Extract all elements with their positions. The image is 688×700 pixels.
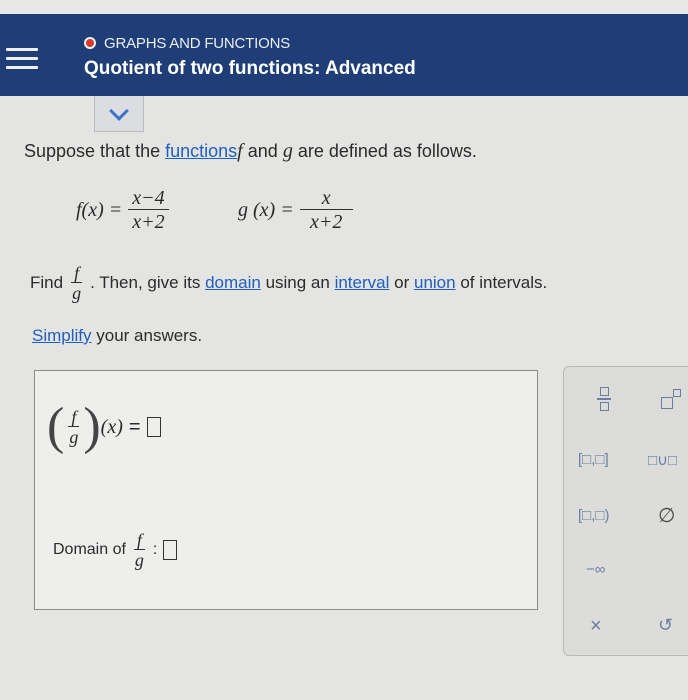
domain-numerator: f xyxy=(133,531,145,550)
find-instruction: Find f g . Then, give its domain using a… xyxy=(30,264,547,302)
topic-label: GRAPHS AND FUNCTIONS xyxy=(104,34,291,52)
f-symbol: f xyxy=(237,140,243,162)
left-paren: ( xyxy=(47,398,65,455)
closed-interval-button[interactable]: [□,□] xyxy=(578,451,609,468)
functions-link[interactable]: functions xyxy=(165,141,237,161)
domain-denominator: g xyxy=(134,550,144,570)
hamburger-menu-icon[interactable] xyxy=(6,44,40,74)
right-paren: ) xyxy=(83,398,101,455)
intro-text: Suppose that the xyxy=(24,141,161,161)
g-denominator: x+2 xyxy=(309,211,343,233)
find-text: Find xyxy=(30,273,64,292)
topic-status-dot-icon xyxy=(84,37,96,49)
header-bar: GRAPHS AND FUNCTIONS Quotient of two fun… xyxy=(0,14,688,96)
f-denominator: x+2 xyxy=(132,211,165,233)
g-definition: g (x) = x x+2 xyxy=(238,188,353,232)
union-link[interactable]: union xyxy=(414,273,456,293)
simplify-instruction: Simplify your answers. xyxy=(32,326,202,346)
fraction-bar-icon xyxy=(597,398,611,400)
answer-quotient-denominator: g xyxy=(69,427,79,447)
equals-sign: = xyxy=(128,415,141,438)
domain-link[interactable]: domain xyxy=(205,273,261,293)
your-answers-text: your answers. xyxy=(96,326,203,345)
negative-infinity-button[interactable]: −∞ xyxy=(586,561,605,578)
browser-top-strip xyxy=(0,0,688,14)
find-quotient-numerator: f xyxy=(71,264,83,283)
answer-box: ( f g ) (x) = Domain of f g : xyxy=(34,370,538,610)
answer-quotient-numerator: f xyxy=(68,408,80,427)
domain-label: Domain of xyxy=(53,541,126,558)
g-symbol: g xyxy=(282,140,293,162)
g-definition-label: g (x) = xyxy=(238,198,294,221)
lesson-title: Quotient of two functions: Advanced xyxy=(84,58,416,79)
exponent-button[interactable] xyxy=(656,389,686,413)
g-fraction: x x+2 xyxy=(299,188,353,233)
half-open-interval-button[interactable]: [□,□) xyxy=(578,507,609,524)
chevron-down-icon xyxy=(109,100,129,121)
expand-explanation-button[interactable] xyxy=(94,96,144,132)
domain-answer-input[interactable] xyxy=(163,540,178,560)
quotient-answer-input[interactable] xyxy=(146,417,161,437)
find-quotient-denominator: g xyxy=(72,283,82,303)
simplify-link[interactable]: Simplify xyxy=(32,326,92,345)
or-text: or xyxy=(394,273,410,292)
exponent-power-slot-icon xyxy=(673,389,681,397)
intro-end-text: are defined as follows. xyxy=(297,141,477,161)
exponent-base-slot-icon xyxy=(661,397,673,409)
empty-set-button[interactable]: ∅ xyxy=(658,503,675,528)
using-text: using an xyxy=(265,273,330,292)
quotient-answer-row: ( f g ) (x) = xyxy=(47,401,161,453)
problem-intro: Suppose that the functionsf and g are de… xyxy=(24,140,477,163)
f-definition: f(x) = x−4 x+2 xyxy=(76,188,169,232)
math-input-palette: [□,□] □∪□ [□,□) ∅ −∞ × ↺ xyxy=(563,366,688,656)
undo-button[interactable]: ↺ xyxy=(658,615,673,636)
problem-area: Suppose that the functionsf and g are de… xyxy=(0,96,688,700)
domain-answer-row: Domain of f g : xyxy=(53,531,178,569)
clear-button[interactable]: × xyxy=(590,615,602,638)
fraction-numerator-slot-icon xyxy=(599,387,609,396)
topic-row: GRAPHS AND FUNCTIONS xyxy=(84,34,290,52)
interval-link[interactable]: interval xyxy=(335,273,390,293)
g-numerator: x xyxy=(299,188,353,210)
f-definition-label: f(x) = xyxy=(76,198,123,221)
union-button[interactable]: □∪□ xyxy=(648,451,677,469)
answer-quotient-fraction: f g xyxy=(66,408,81,446)
find-quotient-fraction: f g xyxy=(69,264,84,302)
of-intervals-text: of intervals. xyxy=(460,273,548,292)
fraction-denominator-slot-icon xyxy=(599,401,609,411)
domain-fraction: f g xyxy=(132,531,147,569)
f-fraction: x−4 x+2 xyxy=(128,188,169,233)
domain-colon: : xyxy=(152,541,158,558)
answer-argument: (x) xyxy=(100,415,123,438)
then-text: . Then, give its xyxy=(90,273,201,292)
and-text: and xyxy=(247,141,278,161)
f-numerator: x−4 xyxy=(128,188,169,210)
fraction-button[interactable] xyxy=(592,387,616,411)
